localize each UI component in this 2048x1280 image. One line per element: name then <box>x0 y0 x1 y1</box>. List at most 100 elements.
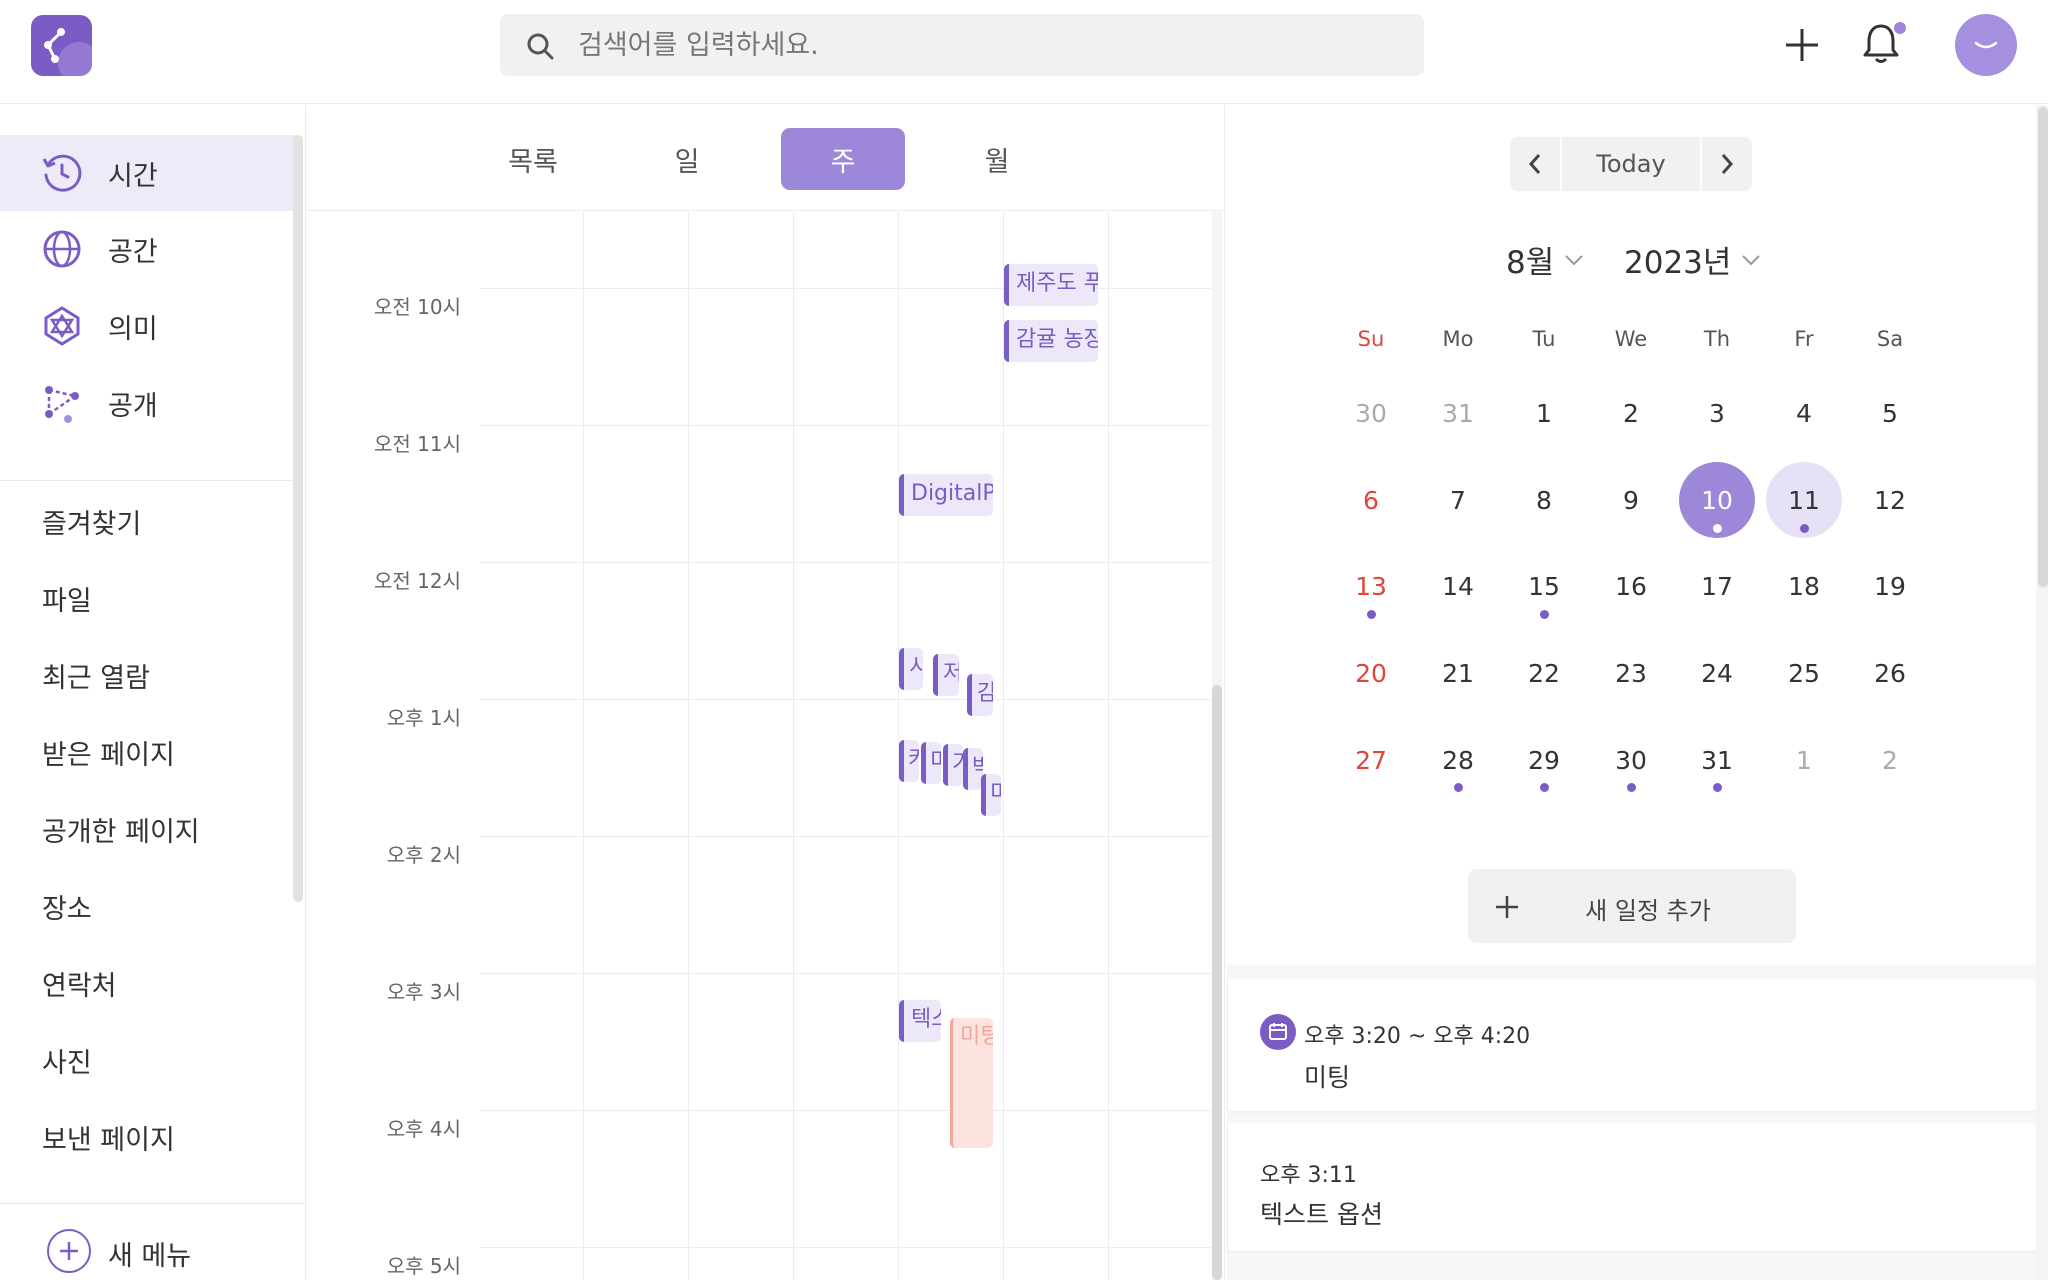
avatar[interactable] <box>1955 14 2017 76</box>
month-select[interactable]: 8월 <box>1506 237 1584 282</box>
calendar-event[interactable]: 감귤 농장 <box>1004 320 1098 362</box>
chevron-down-icon <box>1742 254 1761 265</box>
panel-scroll-thumb[interactable] <box>2038 107 2048 587</box>
new-menu-button[interactable]: 새 메뉴 <box>0 1203 305 1280</box>
sidebar-link-received[interactable]: 받은 페이지 <box>42 733 175 772</box>
sidebar-item-space[interactable]: 공간 <box>0 211 296 287</box>
globe-icon <box>43 230 81 268</box>
hour-label: 오전 11시 <box>373 432 461 456</box>
calendar-event[interactable]: 미 <box>981 774 1001 816</box>
schedule-item[interactable]: 오후 3:11 텍스트 옵션 <box>1228 1123 2036 1251</box>
search-icon <box>527 33 554 60</box>
calendar-day[interactable]: 30 <box>1333 375 1409 451</box>
sidebar-link-recent[interactable]: 최근 열람 <box>42 656 150 695</box>
calendar-day[interactable]: 5 <box>1852 375 1928 451</box>
calendar-day[interactable]: 1 <box>1506 375 1582 451</box>
tab-week[interactable]: 주 <box>781 128 905 190</box>
add-icon[interactable] <box>1782 25 1822 65</box>
calendar-day[interactable]: 2 <box>1852 722 1928 798</box>
chevron-left-icon <box>1528 154 1541 174</box>
schedule-title: 미팅 <box>1304 1063 1351 1092</box>
calendar-day[interactable]: 3 <box>1679 375 1755 451</box>
mini-calendar-panel: Today 8월 2023년 Su Mo Tu We Th Fr Sa 30 3… <box>1226 105 2048 1280</box>
calendar-event[interactable]: 카 <box>899 740 919 782</box>
calendar-day[interactable]: 19 <box>1852 548 1928 624</box>
sidebar-item-public[interactable]: 공개 <box>0 365 296 441</box>
weekday-header: Tu <box>1532 327 1556 351</box>
sidebar-link-places[interactable]: 장소 <box>42 887 92 926</box>
calendar-event[interactable]: 저 <box>933 654 959 696</box>
today-button[interactable]: Today <box>1564 137 1698 191</box>
sidebar-link-favorites[interactable]: 즐겨찾기 <box>42 502 141 541</box>
sidebar-item-meaning[interactable]: 의미 <box>0 288 296 364</box>
search-bar[interactable] <box>500 14 1424 76</box>
calendar-day[interactable]: 2 <box>1593 375 1669 451</box>
calendar-day[interactable]: 6 <box>1333 462 1409 538</box>
top-header <box>0 0 2048 104</box>
schedule-list: 오후 3:20 ~ 오후 4:20 미팅 오후 3:11 텍스트 옵션 <box>1226 965 2038 1280</box>
event-dot <box>1540 783 1549 792</box>
new-menu-label: 새 메뉴 <box>108 1241 192 1272</box>
tab-list[interactable]: 목록 <box>471 128 595 190</box>
week-view-scroll-thumb[interactable] <box>1212 685 1222 1280</box>
calendar-day[interactable]: 8 <box>1506 462 1582 538</box>
calendar-event[interactable]: DigitalP <box>899 474 993 516</box>
date-navigator: Today <box>1510 137 1752 191</box>
app-logo[interactable] <box>31 15 92 76</box>
search-input[interactable] <box>578 24 1398 66</box>
year-label: 2023년 <box>1624 245 1732 281</box>
calendar-day[interactable]: 27 <box>1333 722 1409 798</box>
event-dot <box>1713 524 1722 533</box>
calendar-event[interactable]: 제주도 푸 <box>1004 264 1098 306</box>
calendar-event-meeting[interactable]: 미팅 <box>950 1018 993 1148</box>
hour-label: 오후 3시 <box>386 980 461 1004</box>
calendar-day[interactable]: 14 <box>1420 548 1496 624</box>
sidebar-link-sent[interactable]: 보낸 페이지 <box>42 1118 175 1157</box>
calendar-day[interactable]: 17 <box>1679 548 1755 624</box>
view-tabs: 목록 일 주 월 <box>307 105 1224 211</box>
weekday-header: Su <box>1357 327 1385 351</box>
calendar-day[interactable]: 1 <box>1766 722 1842 798</box>
sidebar-link-files[interactable]: 파일 <box>42 579 92 618</box>
calendar-event[interactable]: 기 <box>943 744 963 786</box>
sidebar-scrollbar[interactable] <box>293 135 303 902</box>
calendar-day[interactable]: 4 <box>1766 375 1842 451</box>
calendar-day[interactable]: 7 <box>1420 462 1496 538</box>
sidebar-item-time[interactable]: 시간 <box>0 135 296 211</box>
calendar-day[interactable]: 18 <box>1766 548 1842 624</box>
calendar-event[interactable]: 미 <box>921 742 941 784</box>
sidebar: 시간 공간 의미 공개 즐겨찾기 파일 최근 열람 받은 페이지 공개한 페이지… <box>0 105 306 1280</box>
calendar-day[interactable]: 31 <box>1420 375 1496 451</box>
event-dot <box>1540 610 1549 619</box>
event-dot <box>1367 610 1376 619</box>
calendar-day[interactable]: 20 <box>1333 635 1409 711</box>
sidebar-link-photos[interactable]: 사진 <box>42 1041 92 1080</box>
calendar-day[interactable]: 22 <box>1506 635 1582 711</box>
year-select[interactable]: 2023년 <box>1624 237 1761 282</box>
time-grid[interactable]: 오전 10시 오전 11시 오전 12시 오후 1시 오후 2시 오후 3시 오… <box>307 212 1224 1280</box>
hour-label: 오전 10시 <box>373 295 461 319</box>
add-event-button[interactable]: 새 일정 추가 <box>1468 869 1796 943</box>
calendar-day[interactable]: 26 <box>1852 635 1928 711</box>
sidebar-item-label: 공개 <box>108 390 158 422</box>
calendar-day[interactable]: 12 <box>1852 462 1928 538</box>
sidebar-link-published[interactable]: 공개한 페이지 <box>42 810 200 849</box>
calendar-day[interactable]: 23 <box>1593 635 1669 711</box>
sidebar-link-contacts[interactable]: 연락처 <box>42 964 117 1003</box>
schedule-item[interactable]: 오후 3:20 ~ 오후 4:20 미팅 <box>1228 979 2036 1111</box>
tab-month[interactable]: 월 <box>935 128 1059 190</box>
calendar-day[interactable]: 24 <box>1679 635 1755 711</box>
schedule-time: 오후 3:20 ~ 오후 4:20 <box>1304 1024 1531 1049</box>
calendar-day[interactable]: 21 <box>1420 635 1496 711</box>
share-icon <box>45 386 79 423</box>
calendar-event[interactable]: 박 <box>963 748 983 790</box>
calendar-event[interactable]: 텍스 <box>899 1000 941 1042</box>
next-month-button[interactable] <box>1700 137 1752 191</box>
calendar-day[interactable]: 16 <box>1593 548 1669 624</box>
calendar-event[interactable]: 시 <box>899 648 923 690</box>
calendar-day[interactable]: 25 <box>1766 635 1842 711</box>
calendar-day[interactable]: 9 <box>1593 462 1669 538</box>
prev-month-button[interactable] <box>1510 137 1562 191</box>
tab-day[interactable]: 일 <box>625 128 749 190</box>
calendar-event[interactable]: 감 <box>967 674 993 716</box>
